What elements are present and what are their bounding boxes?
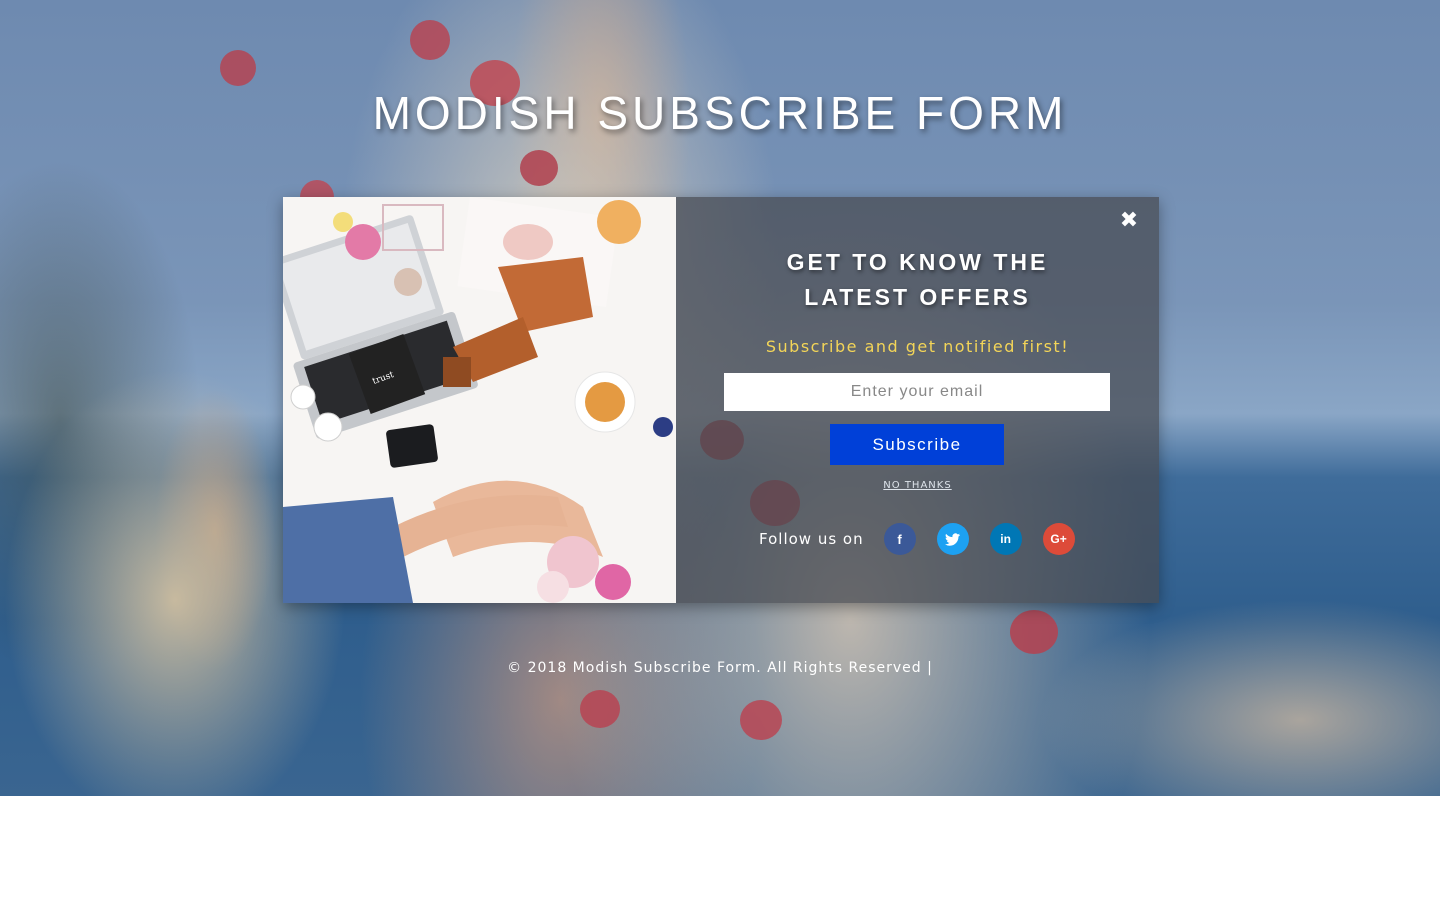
no-thanks-link[interactable]: NO THANKS <box>676 480 1159 491</box>
google-plus-icon[interactable]: G+ <box>1042 523 1075 555</box>
facebook-icon[interactable]: f <box>883 523 916 555</box>
floral-print <box>1010 610 1058 654</box>
email-input[interactable] <box>724 373 1110 411</box>
twitter-bird-icon <box>945 532 961 546</box>
twitter-icon[interactable] <box>936 523 969 555</box>
footer-copyright: © 2018 Modish Subscribe Form. All Rights… <box>507 660 933 676</box>
offer-heading-line1: GET TO KNOW THE <box>786 249 1049 275</box>
floral-print <box>580 690 620 728</box>
subscribe-button[interactable]: Subscribe <box>830 424 1004 465</box>
promo-image: trust <box>283 197 676 603</box>
page-title: MODISH SUBSCRIBE FORM <box>372 87 1068 139</box>
close-icon[interactable]: ✖ <box>1117 209 1141 233</box>
subscribe-panel: ✖ GET TO KNOW THE LATEST OFFERS Subscrib… <box>676 197 1159 603</box>
follow-label: Follow us on <box>759 530 864 548</box>
linkedin-icon[interactable]: in <box>989 523 1022 555</box>
offer-heading-line2: LATEST OFFERS <box>804 284 1031 310</box>
social-links: Follow us on f in G+ <box>759 523 1096 555</box>
floral-print <box>410 20 450 60</box>
offer-heading: GET TO KNOW THE LATEST OFFERS <box>676 245 1159 315</box>
subscribe-modal: trust ✖ GET TO KNOW THE LATEST OFFERS Su… <box>283 197 1159 603</box>
floral-print <box>220 50 256 86</box>
floral-print <box>520 150 558 186</box>
flatlay-illustration: trust <box>283 197 676 603</box>
offer-subheading: Subscribe and get notified first! <box>765 337 1070 356</box>
floral-print <box>740 700 782 740</box>
